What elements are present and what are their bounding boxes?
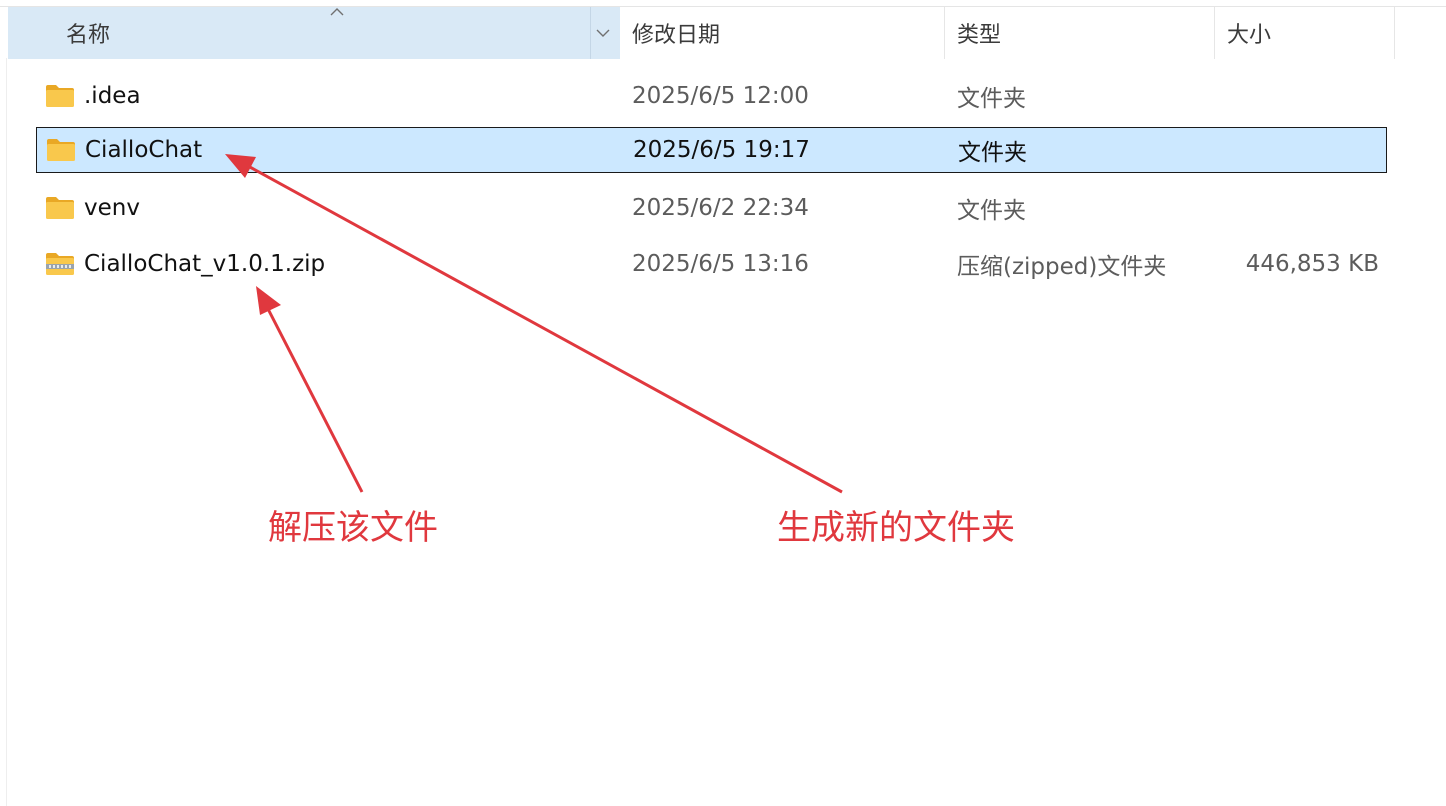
left-border — [6, 58, 7, 806]
folder-icon — [46, 197, 74, 219]
file-type: 文件夹 — [958, 140, 1027, 166]
annotation-extract-label: 解压该文件 — [268, 508, 438, 548]
file-name: CialloChat — [85, 137, 203, 163]
file-name: .idea — [84, 83, 141, 109]
file-name: venv — [84, 195, 140, 221]
file-type: 压缩(zipped)文件夹 — [957, 254, 1167, 280]
annotation-arrows — [225, 154, 843, 494]
header-divider — [590, 7, 591, 59]
file-type: 文件夹 — [957, 198, 1026, 224]
file-date: 2025/6/2 22:34 — [632, 195, 809, 221]
column-header-size-label: 大小 — [1227, 23, 1272, 48]
arrow-to-zip — [256, 286, 364, 493]
file-row-ciallochat[interactable]: CialloChat 2025/6/5 19:17 文件夹 — [36, 127, 1387, 173]
file-date: 2025/6/5 12:00 — [632, 83, 809, 109]
annotation-new-folder-label: 生成新的文件夹 — [777, 508, 1015, 548]
sort-ascending-icon — [330, 8, 344, 16]
column-header-date-modified[interactable]: 修改日期 — [620, 7, 945, 59]
file-type: 文件夹 — [957, 86, 1026, 112]
column-header-name[interactable]: 名称 — [8, 7, 620, 59]
file-size: 446,853 KB — [1245, 251, 1379, 277]
file-name: CialloChat_v1.0.1.zip — [84, 251, 326, 277]
chevron-down-icon[interactable] — [593, 25, 613, 41]
file-date: 2025/6/5 13:16 — [632, 251, 809, 277]
column-header-type-label: 类型 — [957, 23, 1002, 48]
column-header-size[interactable]: 大小 — [1215, 7, 1395, 59]
folder-icon — [47, 139, 75, 161]
file-row-ciallochat-zip[interactable]: CialloChat_v1.0.1.zip 2025/6/5 13:16 压缩(… — [36, 241, 1387, 287]
zip-folder-icon — [46, 253, 74, 275]
file-row-idea[interactable]: .idea 2025/6/5 12:00 文件夹 — [36, 73, 1387, 119]
file-date: 2025/6/5 19:17 — [633, 137, 810, 163]
folder-icon — [46, 85, 74, 107]
file-explorer-view: 名称 修改日期 类型 大小 .idea 2025/6/5 12:00 文件夹 C… — [0, 0, 1446, 806]
column-header-type[interactable]: 类型 — [945, 7, 1215, 59]
column-header-name-label: 名称 — [66, 23, 111, 48]
column-header-date-label: 修改日期 — [632, 23, 721, 48]
column-header-bar: 名称 修改日期 类型 大小 — [0, 7, 1446, 59]
file-row-venv[interactable]: venv 2025/6/2 22:34 文件夹 — [36, 185, 1387, 231]
